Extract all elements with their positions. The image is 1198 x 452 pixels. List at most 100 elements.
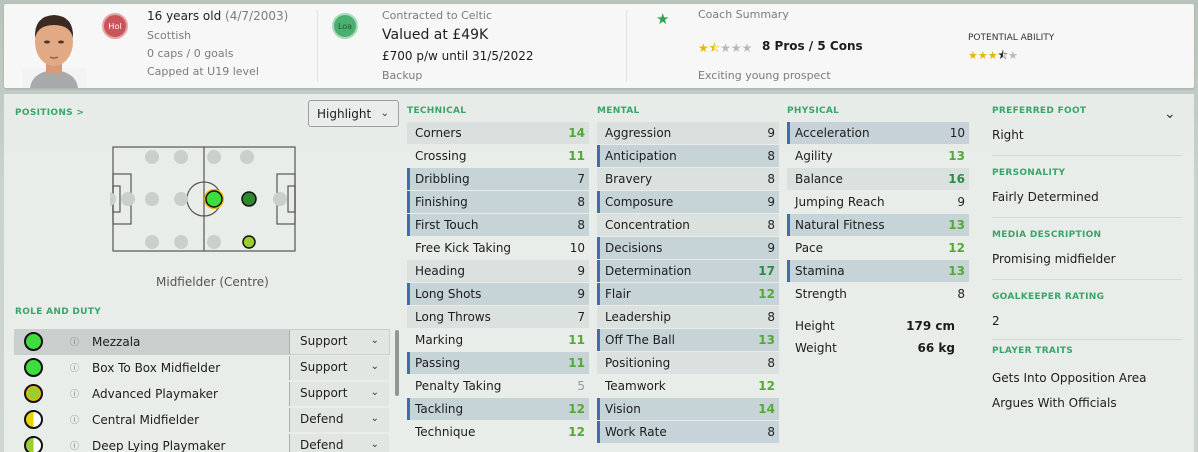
attribute-row-marking[interactable]: Marking 11 [407,329,589,351]
attribute-name: Acceleration [795,126,870,140]
attribute-row-jumping-reach[interactable]: Jumping Reach 9 [787,191,969,213]
attribute-row-long-throws[interactable]: Long Throws 7 [407,306,589,328]
attribute-row-teamwork[interactable]: Teamwork 12 [597,375,779,397]
highlight-dropdown[interactable]: Highlight ⌄ [308,100,399,127]
attribute-row-technique[interactable]: Technique 12 [407,421,589,443]
weight-label: Weight [795,341,837,355]
goalkeeper-rating-label: GOALKEEPER RATING [992,292,1105,302]
attribute-row-composure[interactable]: Composure 9 [597,191,779,213]
player-trait[interactable]: Gets Into Opposition Area [992,371,1146,385]
attribute-value: 13 [948,218,965,232]
attribute-name: Tackling [415,402,464,416]
role-suitability-icon [24,410,43,429]
attribute-row-first-touch[interactable]: First Touch 8 [407,214,589,236]
attribute-name: Leadership [605,310,671,324]
role-suitability-icon [24,332,43,351]
attribute-value: 7 [577,310,585,324]
attribute-row-balance[interactable]: Balance 16 [787,168,969,190]
info-icon[interactable]: ⓘ [70,439,79,452]
info-icon[interactable]: ⓘ [70,361,79,374]
duty-dropdown[interactable]: Support ⌄ [289,356,389,380]
duty-dropdown[interactable]: Support ⌄ [289,330,389,354]
attribute-value: 11 [568,149,585,163]
attribute-row-heading[interactable]: Heading 9 [407,260,589,282]
attribute-row-positioning[interactable]: Positioning 8 [597,352,779,374]
attribute-row-tackling[interactable]: Tackling 12 [407,398,589,420]
attribute-row-pace[interactable]: Pace 12 [787,237,969,259]
duty-dropdown[interactable]: Defend ⌄ [289,408,389,432]
attribute-row-stamina[interactable]: Stamina 13 [787,260,969,282]
star-half-icon: ⯪ [708,41,721,55]
attribute-name: Passing [415,356,461,370]
height-label: Height [795,319,835,333]
attribute-name: Aggression [605,126,672,140]
attribute-value: 8 [957,287,965,301]
attribute-value: 13 [758,333,775,347]
mental-label: MENTAL [597,106,640,116]
duty-dropdown[interactable]: Support ⌄ [289,382,389,406]
player-value: Valued at £49K [382,27,489,43]
loan-badge-text: Loa [337,21,353,31]
role-row-advanced-playmaker[interactable]: ⓘ Advanced Playmaker Support ⌄ [14,381,390,407]
attribute-row-acceleration[interactable]: Acceleration 10 [787,122,969,144]
attribute-name: Decisions [605,241,663,255]
player-wage: £700 p/w until 31/5/2022 [382,49,534,63]
attribute-row-off-the-ball[interactable]: Off The Ball 13 [597,329,779,351]
attribute-row-free-kick-taking[interactable]: Free Kick Taking 10 [407,237,589,259]
attribute-row-passing[interactable]: Passing 11 [407,352,589,374]
player-trait[interactable]: Argues With Officials [992,396,1117,410]
attribute-name: Bravery [605,172,653,186]
attribute-row-anticipation[interactable]: Anticipation 8 [597,145,779,167]
attribute-row-penalty-taking[interactable]: Penalty Taking 5 [407,375,589,397]
attribute-row-natural-fitness[interactable]: Natural Fitness 13 [787,214,969,236]
coach-pros-cons: 8 Pros / 5 Cons [762,39,863,53]
attribute-row-finishing[interactable]: Finishing 8 [407,191,589,213]
player-caps: 0 caps / 0 goals [147,47,234,60]
attribute-value: 12 [568,425,585,439]
attribute-row-leadership[interactable]: Leadership 8 [597,306,779,328]
positions-label[interactable]: POSITIONS > [15,108,84,118]
attribute-row-crossing[interactable]: Crossing 11 [407,145,589,167]
attribute-row-corners[interactable]: Corners 14 [407,122,589,144]
info-icon[interactable]: ⓘ [70,387,79,400]
role-row-central-midfielder[interactable]: ⓘ Central Midfielder Defend ⌄ [14,407,390,433]
attribute-row-decisions[interactable]: Decisions 9 [597,237,779,259]
attribute-value: 9 [767,241,775,255]
player-nationality[interactable]: Scottish [147,29,191,42]
contract-club[interactable]: Contracted to Celtic [382,9,492,22]
duty-label: Defend [300,438,344,452]
attribute-row-vision[interactable]: Vision 14 [597,398,779,420]
attribute-row-work-rate[interactable]: Work Rate 8 [597,421,779,443]
chevron-down-icon[interactable]: ⌄ [1164,106,1176,122]
roles-scrollbar[interactable] [395,330,399,396]
personality-label: PERSONALITY [992,168,1066,178]
attribute-row-dribbling[interactable]: Dribbling 7 [407,168,589,190]
role-row-deep-lying-playmaker[interactable]: ⓘ Deep Lying Playmaker Defend ⌄ [14,433,390,452]
coach-summary-title[interactable]: Coach Summary [698,8,789,21]
attribute-row-bravery[interactable]: Bravery 8 [597,168,779,190]
attribute-name: Off The Ball [605,333,675,347]
attribute-row-long-shots[interactable]: Long Shots 9 [407,283,589,305]
chevron-down-icon: ⌄ [370,413,379,424]
attribute-value: 9 [577,264,585,278]
chevron-down-icon: ⌄ [370,439,379,450]
star-icon: ★★★ [968,49,998,62]
attribute-name: Long Shots [415,287,482,301]
attribute-row-concentration[interactable]: Concentration 8 [597,214,779,236]
attribute-row-determination[interactable]: Determination 17 [597,260,779,282]
attribute-value: 12 [948,241,965,255]
info-icon[interactable]: ⓘ [70,335,79,348]
attribute-row-flair[interactable]: Flair 12 [597,283,779,305]
info-icon[interactable]: ⓘ [70,413,79,426]
duty-dropdown[interactable]: Defend ⌄ [289,434,389,452]
role-row-box-to-box[interactable]: ⓘ Box To Box Midfielder Support ⌄ [14,355,390,381]
role-row-mezzala[interactable]: ⓘ Mezzala Support ⌄ [14,329,390,355]
player-dob: (4/7/2003) [225,9,289,23]
chevron-down-icon: ⌄ [370,335,379,346]
attribute-value: 10 [949,126,965,140]
attribute-row-agility[interactable]: Agility 13 [787,145,969,167]
player-capped-at: Capped at U19 level [147,65,259,78]
attribute-name: Vision [605,402,641,416]
attribute-row-aggression[interactable]: Aggression 9 [597,122,779,144]
attribute-row-strength[interactable]: Strength 8 [787,283,969,305]
